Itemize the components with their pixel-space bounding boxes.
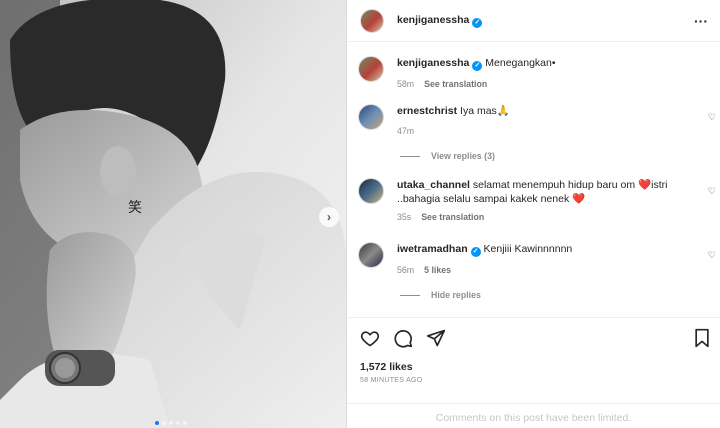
carousel-dot (183, 421, 187, 425)
caption: kenjiganessha ✓ Menegangkan• 58m See trans… (358, 56, 697, 91)
caption-username[interactable]: kenjiganessha (397, 57, 469, 69)
post-header: kenjiganessha ✓ ··· (347, 0, 720, 42)
comments-limited-notice: Comments on this post have been limited. (347, 403, 720, 428)
comment-username[interactable]: iwetramadhan (397, 243, 468, 255)
comment-likes[interactable]: 5 likes (424, 263, 451, 277)
avatar[interactable] (358, 178, 384, 204)
carousel-dot (155, 421, 159, 425)
heart-icon[interactable]: ♡ (708, 186, 716, 197)
avatar[interactable] (360, 8, 384, 33)
comment-username[interactable]: utaka_channel (397, 179, 470, 191)
post-side-panel: kenjiganessha ✓ ··· kenjiganessha ✓ Menega… (347, 0, 720, 428)
share-icon[interactable] (426, 328, 446, 348)
see-translation-button[interactable]: See translation (421, 210, 484, 224)
comment: utaka_channel selamat menempuh hidup bar… (358, 178, 697, 224)
post-username[interactable]: kenjiganessha ✓ (397, 14, 483, 28)
likes-count[interactable]: 1,572 likes (360, 361, 413, 373)
carousel-dot (176, 421, 180, 425)
avatar[interactable] (358, 56, 384, 82)
chevron-right-icon: › (327, 210, 331, 224)
heart-icon[interactable] (360, 328, 380, 348)
avatar[interactable] (358, 104, 384, 130)
verified-icon: ✓ (472, 17, 483, 28)
caption-text: Menegangkan• (485, 57, 556, 69)
comment: iwetramadhan ✓ Kenjiii Kawinnnnnn 56m 5 li… (358, 242, 697, 277)
next-slide-button[interactable]: › (319, 207, 339, 227)
post-time[interactable]: 58 MINUTES AGO (360, 377, 423, 384)
heart-icon[interactable]: ♡ (708, 250, 716, 261)
caption-time[interactable]: 58m (397, 77, 414, 91)
carousel-dot (162, 421, 166, 425)
comment-username[interactable]: ernestchrist (397, 105, 457, 117)
view-replies-label[interactable]: View replies (3) (431, 151, 495, 161)
more-icon[interactable]: ··· (694, 13, 708, 29)
comment-time[interactable]: 47m (397, 124, 414, 138)
see-translation-button[interactable]: See translation (424, 77, 487, 91)
view-replies-button[interactable]: View replies (3) (400, 151, 495, 161)
replies-line (400, 294, 420, 296)
comment-time[interactable]: 56m (397, 263, 414, 277)
svg-text:笑: 笑 (128, 200, 142, 216)
comment-text: Iya mas🙏 (460, 105, 510, 117)
comment-text: Kenjiii Kawinnnnnn (483, 243, 573, 255)
verified-icon: ✓ (472, 61, 483, 71)
hide-replies-label[interactable]: Hide replies (431, 290, 481, 300)
bookmark-icon[interactable] (693, 328, 711, 348)
post-actions: 1,572 likes 58 MINUTES AGO (347, 317, 720, 417)
comment-icon[interactable] (393, 328, 413, 348)
replies-line (400, 155, 420, 157)
verified-icon: ✓ (470, 247, 481, 257)
carousel-dots (155, 421, 187, 425)
avatar[interactable] (358, 242, 384, 268)
hide-replies-button[interactable]: Hide replies (400, 290, 481, 300)
comment: ernestchrist Iya mas🙏 47m (358, 104, 697, 138)
heart-icon[interactable]: ♡ (708, 112, 716, 123)
comment-time[interactable]: 35s (397, 210, 411, 224)
carousel-dot (169, 421, 173, 425)
photo-illustration: 笑 (0, 0, 346, 428)
post-username-text[interactable]: kenjiganessha (397, 14, 469, 26)
post-photo[interactable]: 笑 › (0, 0, 346, 428)
